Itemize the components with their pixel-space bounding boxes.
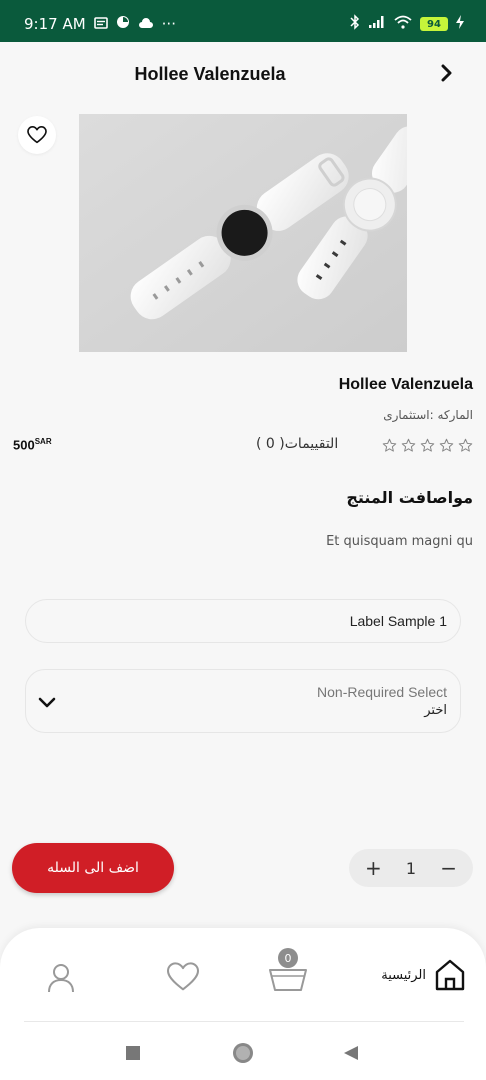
status-left: 9:17 AM ··· <box>24 15 176 33</box>
page-title: Hollee Valenzuela <box>134 64 286 84</box>
status-right: 94 <box>350 14 464 34</box>
star-outline-icon <box>382 438 397 452</box>
back-button[interactable] <box>434 60 460 86</box>
product-brand: الماركه :استثمارى <box>383 408 473 422</box>
timer-icon <box>116 15 130 33</box>
nav-profile[interactable] <box>46 962 76 994</box>
quantity-stepper: + 1 − <box>349 849 473 887</box>
select-label: Non-Required Select <box>317 684 447 700</box>
star-outline-icon <box>401 438 416 452</box>
status-time: 9:17 AM <box>24 15 86 33</box>
star-outline-icon <box>420 438 435 452</box>
bluetooth-icon <box>350 14 360 34</box>
nav-cart[interactable]: 0 <box>266 948 310 994</box>
recents-button <box>126 1046 140 1060</box>
product-image <box>79 114 407 352</box>
status-bar: 9:17 AM ··· 94 <box>0 0 486 42</box>
back-nav-button <box>344 1046 358 1060</box>
price-value: 500 <box>13 437 35 453</box>
select-field[interactable]: Non-Required Select اختر <box>25 669 461 733</box>
nav-home[interactable]: الرئيسية <box>381 958 466 992</box>
profile-icon <box>48 964 74 993</box>
specs-title: مواصافت المنتج <box>346 488 473 507</box>
product-price: 500SAR <box>13 437 52 452</box>
price-currency: SAR <box>34 437 52 446</box>
charging-icon <box>456 15 464 33</box>
heart-outline-icon <box>27 126 47 144</box>
nav-divider <box>24 1021 464 1022</box>
chevron-down-icon <box>38 697 56 708</box>
wifi-icon <box>394 15 412 33</box>
favorite-button[interactable] <box>18 116 56 154</box>
text-field-value: Label Sample 1 <box>349 613 447 629</box>
more-notifications-icon: ··· <box>161 15 176 33</box>
quantity-value: 1 <box>405 858 417 878</box>
rating-stars[interactable] <box>382 438 473 453</box>
cart-count-badge: 0 <box>278 948 298 968</box>
select-placeholder: اختر <box>424 703 447 718</box>
product-description: Et quisquam magni qu <box>326 534 473 549</box>
text-field[interactable]: Label Sample 1 <box>25 599 461 643</box>
message-icon <box>93 15 108 33</box>
nav-home-label: الرئيسية <box>381 967 426 983</box>
signal-icon <box>368 15 386 33</box>
home-icon <box>435 959 465 991</box>
heart-icon <box>166 962 200 991</box>
bottom-nav: الرئيسية 0 <box>0 928 486 1080</box>
star-outline-icon <box>458 438 473 452</box>
battery-icon: 94 <box>420 17 448 31</box>
chevron-right-icon <box>441 64 452 82</box>
product-name: Hollee Valenzuela <box>338 376 473 393</box>
app-header: Hollee Valenzuela <box>0 42 486 106</box>
star-outline-icon <box>439 438 454 452</box>
add-to-cart-button[interactable]: اضف الى السله <box>12 843 174 893</box>
nav-favorites[interactable] <box>166 962 200 992</box>
system-navigation <box>126 1043 358 1063</box>
increase-button[interactable]: + <box>365 858 382 878</box>
cloud-icon <box>138 15 154 33</box>
reviews-count: التقييمات( 0 ) <box>256 436 339 452</box>
decrease-button[interactable]: − <box>440 858 457 878</box>
